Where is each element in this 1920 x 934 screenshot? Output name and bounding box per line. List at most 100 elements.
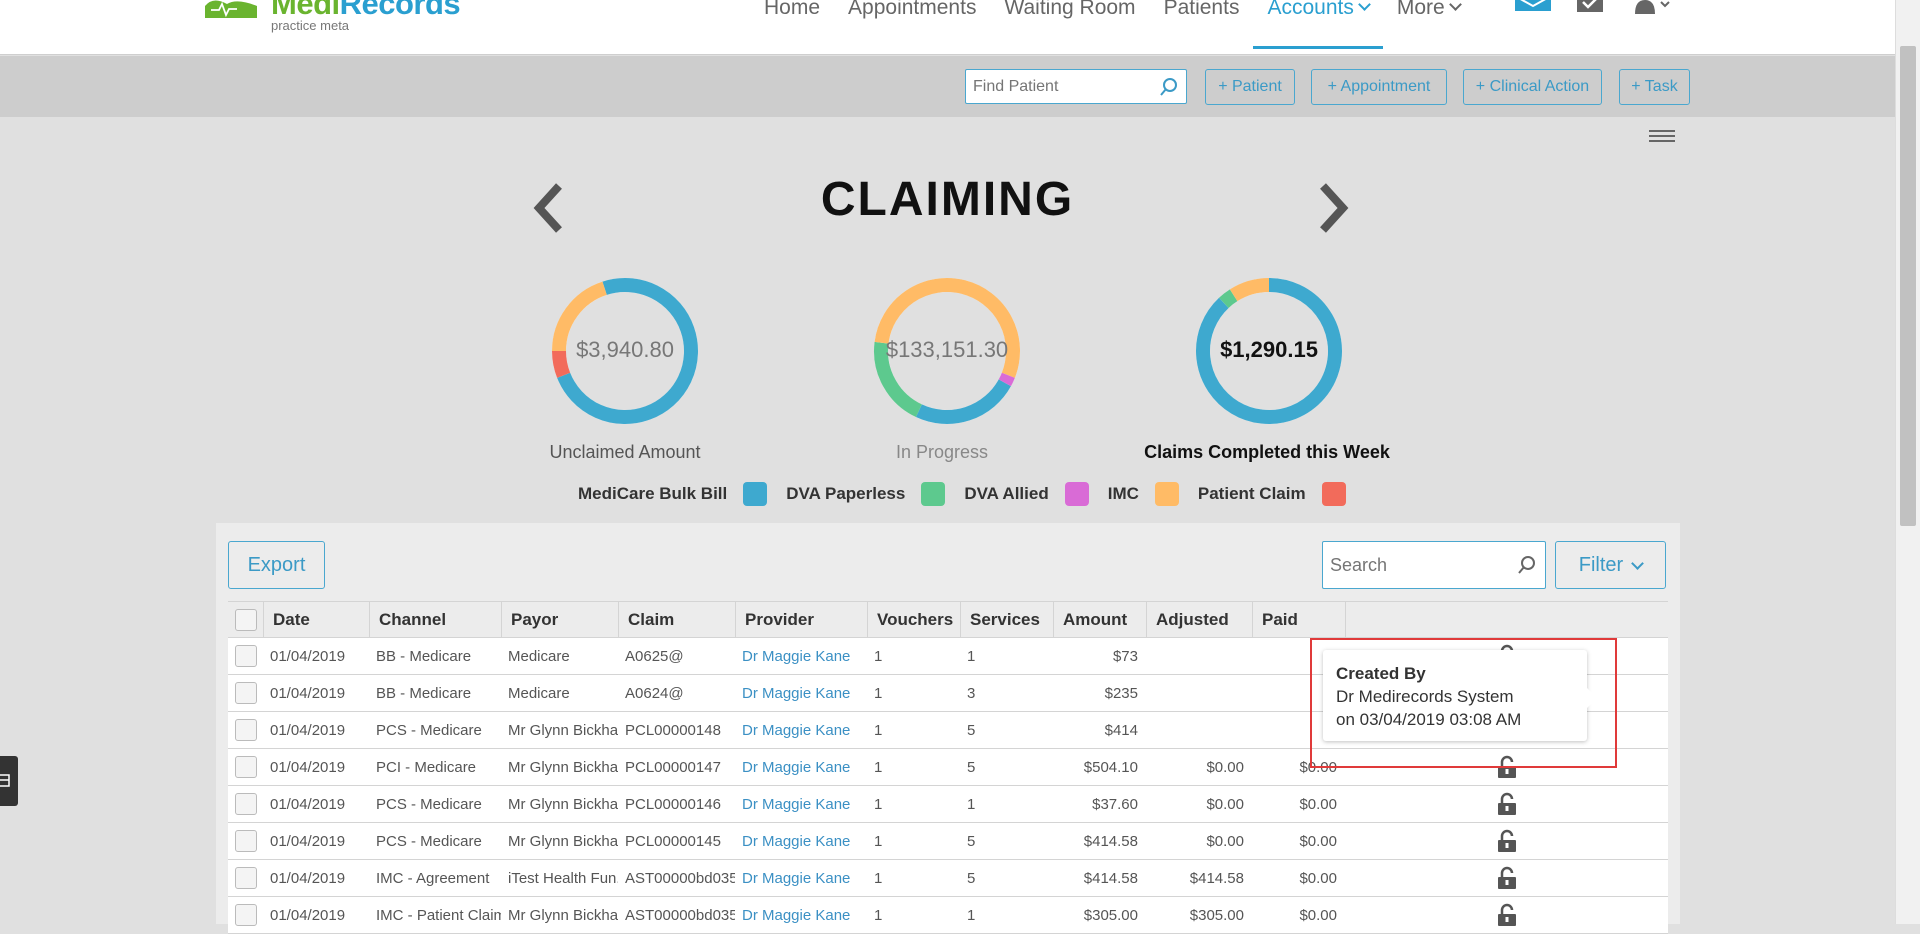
add-appointment-button[interactable]: + Appointment xyxy=(1311,69,1447,105)
row-checkbox[interactable] xyxy=(234,682,257,704)
legend-label: Patient Claim xyxy=(1197,484,1306,503)
donut-slice-imc[interactable] xyxy=(1229,278,1270,302)
column-header-channel[interactable]: Channel xyxy=(369,602,501,637)
legend-item[interactable]: IMC xyxy=(1108,482,1179,506)
row-select-cell xyxy=(228,712,263,748)
top-navigation: MediRecords practice meta Home Appointmen… xyxy=(0,0,1895,55)
cell-adjusted xyxy=(1146,712,1252,748)
column-header-amount[interactable]: Amount xyxy=(1053,602,1146,637)
logo-heartbeat-icon xyxy=(205,0,257,18)
unlocked-padlock-icon[interactable] xyxy=(1496,866,1518,890)
cell-date: 01/04/2019 xyxy=(270,906,346,924)
cell-vouchers: 1 xyxy=(874,684,883,702)
find-patient-field[interactable] xyxy=(965,69,1187,104)
row-checkbox[interactable] xyxy=(234,719,257,741)
legend-swatch xyxy=(1321,482,1346,506)
next-chevron-icon[interactable] xyxy=(1317,183,1351,233)
claims-search-field[interactable] xyxy=(1322,541,1546,589)
row-checkbox[interactable] xyxy=(234,904,257,926)
legend-label: DVA Paperless xyxy=(786,484,906,503)
user-menu-icon[interactable] xyxy=(1633,0,1673,21)
column-header-claim[interactable]: Claim xyxy=(618,602,735,637)
nav-accounts[interactable]: Accounts xyxy=(1253,0,1384,50)
column-header-adjusted[interactable]: Adjusted xyxy=(1146,602,1252,637)
cell-services: 5 xyxy=(967,832,976,850)
cell-amount: $73 xyxy=(1112,647,1138,665)
scrollbar-thumb[interactable] xyxy=(1900,46,1916,526)
search-icon[interactable] xyxy=(1517,555,1537,575)
cell-vouchers: 1 xyxy=(874,795,883,813)
messages-icon[interactable] xyxy=(1515,0,1555,21)
column-header-services[interactable]: Services xyxy=(960,602,1053,637)
page-scrollbar[interactable] xyxy=(1895,0,1920,924)
cell-payor: Mr Glynn Bickham xyxy=(508,721,618,739)
row-select-cell xyxy=(228,786,263,822)
row-checkbox[interactable] xyxy=(234,830,257,852)
legend-item[interactable]: DVA Allied xyxy=(964,482,1089,506)
row-checkbox[interactable] xyxy=(234,645,257,667)
dashboard-menu-icon[interactable] xyxy=(1649,130,1675,142)
side-panel-tab[interactable] xyxy=(0,756,18,806)
nav-label: Accounts xyxy=(1267,0,1354,19)
tasks-check-icon[interactable] xyxy=(1577,0,1611,21)
cell-services: 5 xyxy=(967,758,976,776)
lock-cell xyxy=(1345,823,1668,859)
donut-slice-medicare-bulk-bill[interactable] xyxy=(915,379,1011,424)
find-patient-input[interactable] xyxy=(966,70,1146,103)
cell-provider[interactable]: Dr Maggie Kane xyxy=(742,749,867,785)
column-header-paid[interactable]: Paid xyxy=(1252,602,1345,637)
unlocked-padlock-icon[interactable] xyxy=(1496,792,1518,816)
row-select-cell xyxy=(228,675,263,711)
add-patient-button[interactable]: + Patient xyxy=(1205,69,1295,105)
claims-search-input[interactable] xyxy=(1323,542,1503,588)
column-header-vouchers[interactable]: Vouchers xyxy=(867,602,960,637)
add-task-button[interactable]: + Task xyxy=(1619,69,1690,105)
cell-channel: BB - Medicare xyxy=(376,647,472,665)
cell-paid: $0.00 xyxy=(1299,832,1337,850)
add-clinical-action-button[interactable]: + Clinical Action xyxy=(1463,69,1602,105)
filter-button[interactable]: Filter xyxy=(1555,541,1666,589)
unlocked-padlock-icon[interactable] xyxy=(1496,903,1518,927)
lock-cell xyxy=(1345,860,1668,896)
legend-item[interactable]: MediCare Bulk Bill xyxy=(578,482,768,506)
legend-item[interactable]: DVA Paperless xyxy=(786,482,946,506)
in-progress-label: In Progress xyxy=(895,442,989,462)
export-button[interactable]: Export xyxy=(228,541,325,589)
column-header-date[interactable]: Date xyxy=(263,602,369,637)
cell-services: 1 xyxy=(967,647,976,665)
lock-cell xyxy=(1345,786,1668,822)
cell-provider[interactable]: Dr Maggie Kane xyxy=(742,675,867,711)
nav-appointments[interactable]: Appointments xyxy=(834,0,990,50)
unlocked-padlock-icon[interactable] xyxy=(1496,829,1518,853)
search-icon[interactable] xyxy=(1159,77,1179,97)
table-row[interactable]: 01/04/2019 PCS - Medicare Mr Glynn Bickham… xyxy=(228,823,1668,860)
cell-claim: PCL00000148 xyxy=(625,721,721,739)
nav-patients[interactable]: Patients xyxy=(1150,0,1254,50)
donut-slice-dva-paperless[interactable] xyxy=(1219,289,1238,309)
table-row[interactable]: 01/04/2019 IMC - Agreement iTest Health Fu… xyxy=(228,860,1668,897)
row-select-cell xyxy=(228,638,263,674)
column-header-provider[interactable]: Provider xyxy=(735,602,867,637)
legend-item[interactable]: Patient Claim xyxy=(1198,482,1346,506)
cell-claim: PCL00000146 xyxy=(625,795,721,813)
cell-provider[interactable]: Dr Maggie Kane xyxy=(742,712,867,748)
cell-provider[interactable]: Dr Maggie Kane xyxy=(742,823,867,859)
donut-slice-dva-allied[interactable] xyxy=(998,372,1015,387)
row-checkbox[interactable] xyxy=(234,756,257,778)
cell-provider[interactable]: Dr Maggie Kane xyxy=(742,786,867,822)
cell-provider[interactable]: Dr Maggie Kane xyxy=(742,897,867,933)
nav-label: Waiting Room xyxy=(1004,0,1136,19)
select-all-checkbox[interactable] xyxy=(234,608,257,631)
previous-chevron-icon[interactable] xyxy=(531,183,565,233)
row-checkbox[interactable] xyxy=(234,867,257,889)
nav-more[interactable]: More xyxy=(1383,0,1474,50)
nav-waiting-room[interactable]: Waiting Room xyxy=(990,0,1149,50)
cell-channel: IMC - Patient Claim xyxy=(376,906,501,924)
table-row[interactable]: 01/04/2019 PCS - Medicare Mr Glynn Bickham… xyxy=(228,786,1668,823)
cell-provider[interactable]: Dr Maggie Kane xyxy=(742,638,867,674)
table-row[interactable]: 01/04/2019 IMC - Patient Claim Mr Glynn Bi… xyxy=(228,897,1668,934)
column-header-payor[interactable]: Payor xyxy=(501,602,618,637)
row-checkbox[interactable] xyxy=(234,793,257,815)
nav-home[interactable]: Home xyxy=(750,0,834,50)
cell-provider[interactable]: Dr Maggie Kane xyxy=(742,860,867,896)
